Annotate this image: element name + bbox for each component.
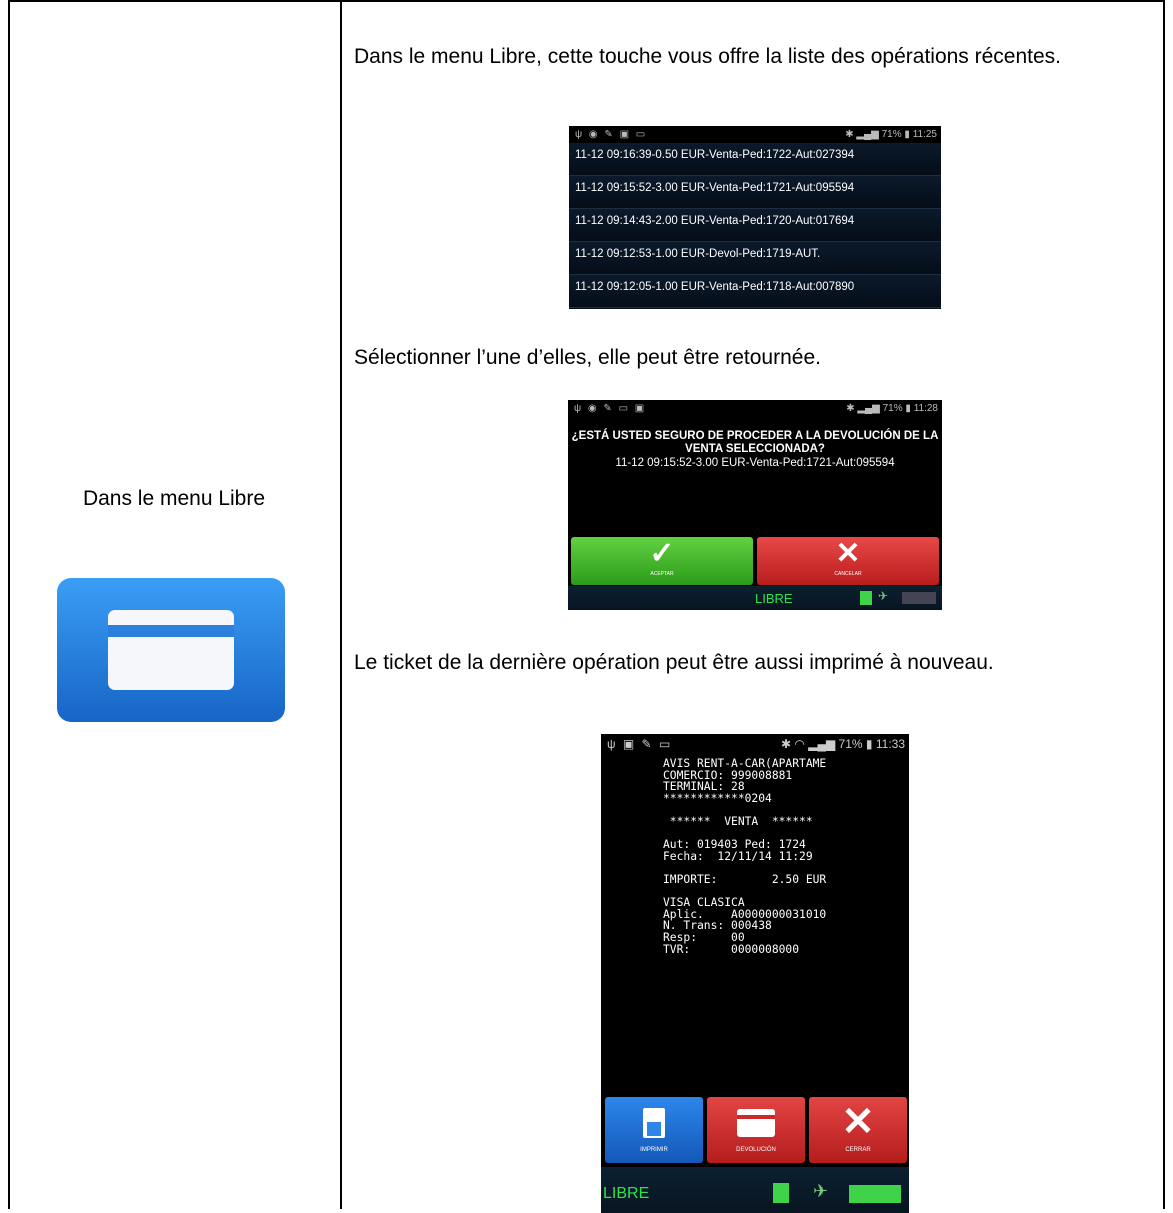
- checkmark-icon: ✓: [649, 537, 675, 570]
- bluetooth-icon: ✱: [845, 129, 854, 140]
- cancel-button[interactable]: ✕ CANCELAR: [757, 537, 939, 585]
- paragraph-select-operation: Sélectionner l’une d’elles, elle peut êt…: [354, 346, 821, 369]
- receipt-text: AVIS RENT-A-CAR(APARTAME COMERCIO: 99900…: [663, 757, 827, 956]
- notification-icons: ψ ◉ ✎ ▭ ▣: [574, 403, 647, 414]
- battery-icon: ▮: [865, 737, 873, 751]
- mode-label: LIBRE: [755, 591, 793, 606]
- paragraph-reprint-ticket: Le ticket de la dernière opération peut …: [354, 651, 994, 674]
- clock: 11:28: [913, 403, 938, 414]
- printer-icon: [643, 1108, 665, 1138]
- server-icon: [773, 1183, 789, 1203]
- notification-icons: ψ ◉ ✎ ▣ ▭: [575, 129, 648, 140]
- list-item[interactable]: 11-12 09:14:43-2.00 EUR-Venta-Ped:1720-A…: [569, 209, 941, 242]
- screenshot-receipt: ψ ▣ ✎ ▭ ✱ ◠ ▂▄▆ 71% ▮ 11:33 AVIS RENT-A-…: [601, 734, 909, 1213]
- confirm-question: ¿ESTÁ USTED SEGURO DE PROCEDER A LA DEVO…: [571, 430, 939, 455]
- mode-label: LIBRE: [603, 1185, 650, 1202]
- signal-icon: ▂▄▆: [856, 129, 879, 140]
- signal-icon: ▂▄▆: [808, 737, 836, 751]
- accept-label: ACEPTAR: [650, 571, 674, 577]
- list-item[interactable]: 11-12 09:16:39-0.50 EUR-Venta-Ped:1722-A…: [569, 143, 941, 176]
- menu-label: Dans le menu Libre: [82, 487, 266, 510]
- selected-operation: 11-12 09:15:52-3.00 EUR-Venta-Ped:1721-A…: [615, 457, 895, 469]
- list-item[interactable]: 11-12 09:15:52-3.00 EUR-Venta-Ped:1721-A…: [569, 176, 941, 209]
- battery-percent: 71%: [882, 403, 903, 414]
- print-label: IMPRIMIR: [640, 1147, 668, 1153]
- close-label: CERRAR: [845, 1147, 871, 1153]
- battery-percent: 71%: [881, 129, 902, 140]
- server-icon: [860, 591, 872, 605]
- screenshot-operations-list: ψ ◉ ✎ ▣ ▭ ✱ ▂▄▆ 71% ▮ 11:25 11-12 09:16:…: [569, 126, 941, 309]
- clock: 11:25: [912, 129, 937, 140]
- keyboard-icon[interactable]: [902, 592, 936, 604]
- card-shape: [108, 610, 234, 690]
- card-stripe: [108, 625, 234, 637]
- status-bar: ψ ◉ ✎ ▣ ▭ ✱ ▂▄▆ 71% ▮ 11:25: [569, 126, 941, 143]
- accept-button[interactable]: ✓ ACEPTAR: [571, 537, 753, 585]
- operations-list: 11-12 09:16:39-0.50 EUR-Venta-Ped:1722-A…: [569, 143, 941, 308]
- notification-icons: ψ ▣ ✎ ▭: [607, 737, 673, 751]
- bluetooth-icon: ✱: [780, 737, 792, 751]
- bottom-status-bar: LIBRE ✈: [568, 586, 942, 610]
- list-item[interactable]: 11-12 09:12:05-1.00 EUR-Venta-Ped:1718-A…: [569, 275, 941, 308]
- keyboard-icon[interactable]: [849, 1185, 901, 1203]
- signal-icon: ▂▄▆: [857, 403, 880, 414]
- clock: 11:33: [875, 737, 905, 751]
- screenshot-refund-confirm: ψ ◉ ✎ ▭ ▣ ✱ ▂▄▆ 71% ▮ 11:28 ¿ESTÁ USTED …: [568, 400, 942, 610]
- column-divider: [340, 0, 342, 1209]
- close-icon: ✕: [835, 537, 861, 570]
- satellite-icon: ✈: [813, 1181, 829, 1201]
- print-button[interactable]: IMPRIMIR: [605, 1097, 703, 1163]
- bottom-status-bar: LIBRE ✈: [601, 1167, 909, 1213]
- card-icon: [737, 1109, 775, 1137]
- paragraph-recent-operations: Dans le menu Libre, cette touche vous of…: [354, 45, 1062, 68]
- cancel-label: CANCELAR: [834, 571, 862, 577]
- battery-percent: 71%: [838, 737, 863, 751]
- status-bar: ψ ◉ ✎ ▭ ▣ ✱ ▂▄▆ 71% ▮ 11:28: [568, 400, 942, 417]
- refund-label: DEVOLUCIÓN: [736, 1147, 776, 1153]
- status-bar: ψ ▣ ✎ ▭ ✱ ◠ ▂▄▆ 71% ▮ 11:33: [601, 734, 909, 754]
- close-button[interactable]: ✕ CERRAR: [809, 1097, 907, 1163]
- close-icon: ✕: [841, 1100, 875, 1144]
- battery-icon: ▮: [905, 403, 911, 414]
- battery-icon: ▮: [904, 129, 910, 140]
- refund-button[interactable]: DEVOLUCIÓN: [707, 1097, 805, 1163]
- card-icon: [57, 578, 285, 722]
- satellite-icon: ✈: [878, 589, 889, 603]
- list-item[interactable]: 11-12 09:12:53-1.00 EUR-Devol-Ped:1719-A…: [569, 242, 941, 275]
- wifi-icon: ◠: [794, 737, 805, 751]
- bluetooth-icon: ✱: [846, 403, 855, 414]
